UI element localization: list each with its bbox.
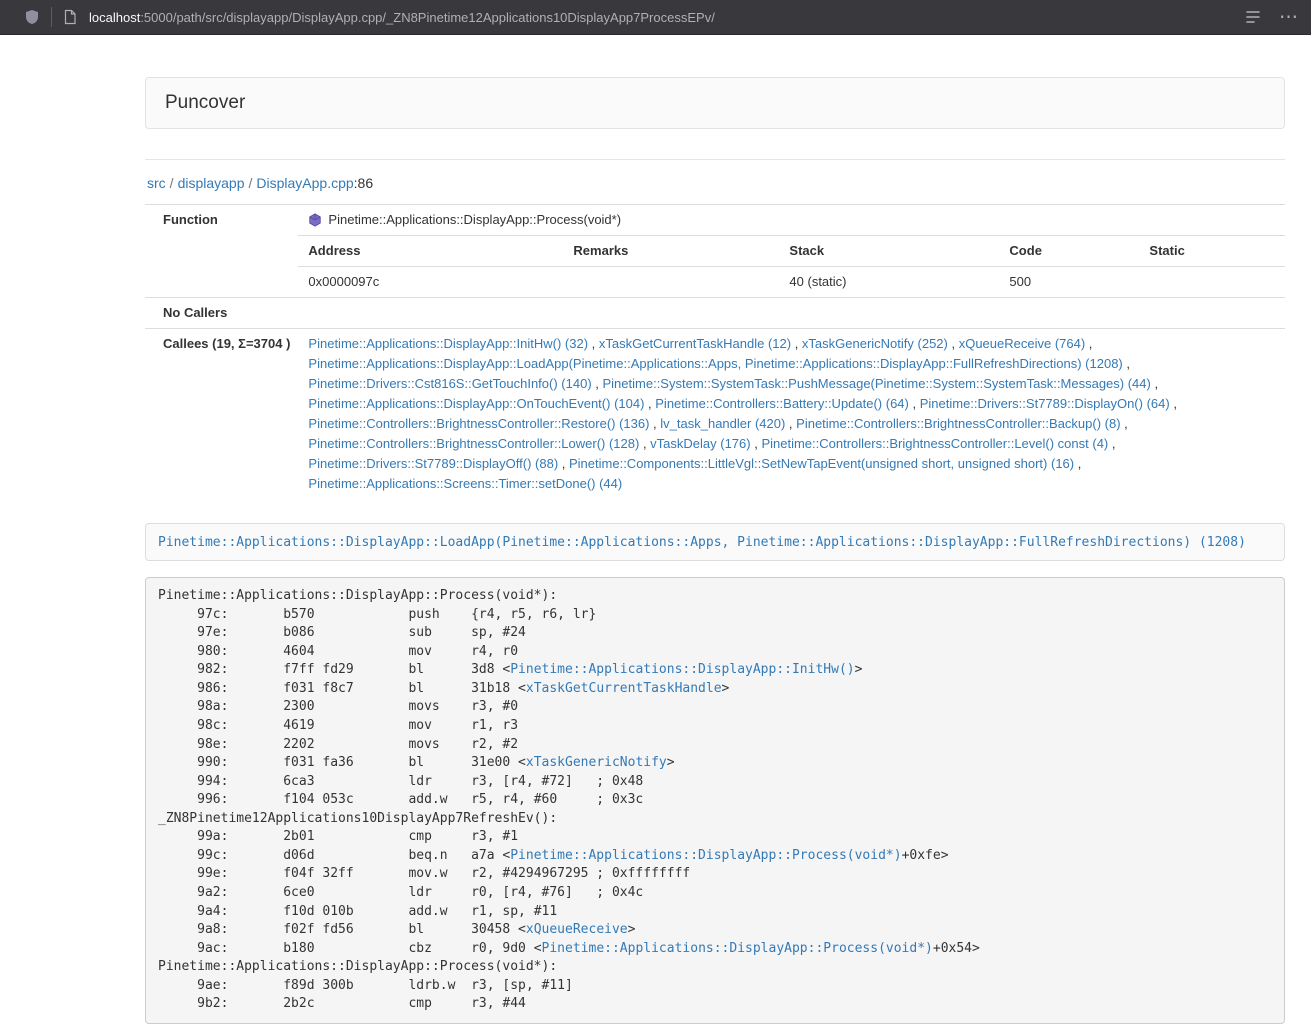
code-symbol-link[interactable]: Pinetime::Applications::DisplayApp::Init… <box>510 662 854 677</box>
function-row: Function Pinetime::Applications::Display… <box>145 205 1285 298</box>
breadcrumb-link-file[interactable]: DisplayApp.cpp <box>256 175 353 191</box>
static-value <box>1139 267 1285 298</box>
stats-header-row: Address Remarks Stack Code Static <box>298 236 1285 267</box>
breadcrumb-link-displayapp[interactable]: displayapp <box>178 175 245 191</box>
no-callers-row: No Callers <box>145 298 1285 329</box>
breadcrumb-link-src[interactable]: src <box>147 175 166 191</box>
callee-link[interactable]: Pinetime::Controllers::BrightnessControl… <box>308 436 639 451</box>
callee-link[interactable]: Pinetime::Applications::Screens::Timer::… <box>308 476 622 491</box>
divider <box>145 159 1285 160</box>
callee-link[interactable]: Pinetime::Components::LittleVgl::SetNewT… <box>569 456 1074 471</box>
callee-link[interactable]: xTaskGenericNotify (252) <box>802 336 948 351</box>
browser-toolbar: localhost:5000/path/src/displayapp/Displ… <box>0 0 1311 35</box>
callee-link[interactable]: Pinetime::Controllers::BrightnessControl… <box>761 436 1108 451</box>
selected-callee-link[interactable]: Pinetime::Applications::DisplayApp::Load… <box>158 535 1246 550</box>
callee-link[interactable]: xQueueReceive (764) <box>959 336 1085 351</box>
callee-link[interactable]: Pinetime::Controllers::BrightnessControl… <box>308 416 649 431</box>
page-info-icon[interactable] <box>61 7 79 27</box>
reader-mode-icon[interactable] <box>1243 8 1263 26</box>
code-block: Pinetime::Applications::DisplayApp::Proc… <box>145 577 1285 1024</box>
address-value: 0x0000097c <box>298 267 563 298</box>
callees-cell: Pinetime::Applications::DisplayApp::Init… <box>298 329 1285 500</box>
code-symbol-link[interactable]: xQueueReceive <box>526 922 628 937</box>
breadcrumb-separator: / <box>166 175 178 191</box>
page-title: Puncover <box>165 92 245 113</box>
function-type-icon <box>308 213 322 227</box>
function-detail-cell: Pinetime::Applications::DisplayApp::Proc… <box>298 205 1285 298</box>
no-callers-cell <box>298 298 1285 329</box>
callee-link[interactable]: Pinetime::Applications::DisplayApp::Load… <box>308 356 1122 371</box>
function-stats-table: Address Remarks Stack Code Static 0x0000… <box>298 236 1285 297</box>
callees-row: Callees (19, Σ=3704 ) Pinetime::Applicat… <box>145 329 1285 500</box>
callee-link[interactable]: Pinetime::Drivers::St7789::DisplayOn() (… <box>920 396 1170 411</box>
breadcrumb: src/displayapp/DisplayApp.cpp:86 <box>147 175 1285 191</box>
callees-label: Callees (19, Σ=3704 ) <box>145 329 298 500</box>
code-symbol-link[interactable]: Pinetime::Applications::DisplayApp::Proc… <box>542 941 933 956</box>
url-path: :5000/path/src/displayapp/DisplayApp.cpp… <box>140 10 715 25</box>
callee-link[interactable]: Pinetime::Drivers::Cst816S::GetTouchInfo… <box>308 376 591 391</box>
code-symbol-link[interactable]: xTaskGetCurrentTaskHandle <box>526 681 722 696</box>
breadcrumb-separator: / <box>245 175 257 191</box>
callee-link[interactable]: lv_task_handler (420) <box>660 416 785 431</box>
page-title-panel: Puncover <box>145 77 1285 129</box>
code-symbol-link[interactable]: Pinetime::Applications::DisplayApp::Proc… <box>510 848 901 863</box>
callee-link[interactable]: Pinetime::Controllers::Battery::Update()… <box>655 396 909 411</box>
url-bar[interactable]: localhost:5000/path/src/displayapp/Displ… <box>89 10 1243 25</box>
column-header-remarks: Remarks <box>563 236 779 267</box>
main-content: Puncover src/displayapp/DisplayApp.cpp:8… <box>145 77 1285 1024</box>
code-symbol-link[interactable]: xTaskGenericNotify <box>526 755 667 770</box>
column-header-address: Address <box>298 236 563 267</box>
callee-link[interactable]: Pinetime::Applications::DisplayApp::OnTo… <box>308 396 644 411</box>
breadcrumb-line-number: :86 <box>354 175 373 191</box>
tracking-protection-shield-icon[interactable] <box>22 7 42 27</box>
function-name-row: Pinetime::Applications::DisplayApp::Proc… <box>298 205 1285 236</box>
selected-callee-panel: Pinetime::Applications::DisplayApp::Load… <box>145 523 1285 561</box>
column-header-code: Code <box>999 236 1139 267</box>
stats-value-row: 0x0000097c 40 (static) 500 <box>298 267 1285 298</box>
callee-link[interactable]: Pinetime::Drivers::St7789::DisplayOff() … <box>308 456 558 471</box>
callee-link[interactable]: Pinetime::Controllers::BrightnessControl… <box>796 416 1120 431</box>
callee-link[interactable]: vTaskDelay (176) <box>650 436 750 451</box>
url-host: localhost <box>89 10 140 25</box>
page-actions-menu-icon[interactable]: ⋯ <box>1279 8 1299 27</box>
stack-value: 40 (static) <box>779 267 999 298</box>
function-table: Function Pinetime::Applications::Display… <box>145 204 1285 499</box>
callee-link[interactable]: Pinetime::System::SystemTask::PushMessag… <box>603 376 1151 391</box>
function-name: Pinetime::Applications::DisplayApp::Proc… <box>328 210 621 230</box>
toolbar-divider <box>51 7 52 27</box>
column-header-stack: Stack <box>779 236 999 267</box>
callee-link[interactable]: Pinetime::Applications::DisplayApp::Init… <box>308 336 588 351</box>
callee-link[interactable]: xTaskGetCurrentTaskHandle (12) <box>599 336 791 351</box>
no-callers-label: No Callers <box>145 298 298 329</box>
function-row-label: Function <box>145 205 298 298</box>
column-header-static: Static <box>1139 236 1285 267</box>
remarks-value <box>563 267 779 298</box>
code-size-value: 500 <box>999 267 1139 298</box>
